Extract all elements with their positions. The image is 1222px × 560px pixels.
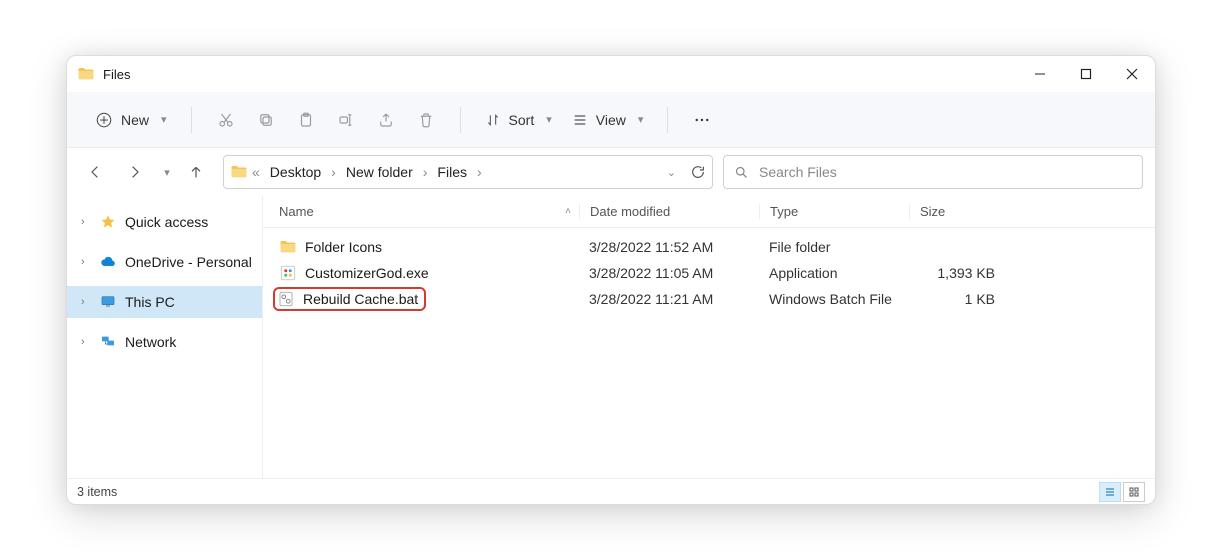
file-row[interactable]: Rebuild Cache.bat 3/28/2022 11:21 AM Win…	[263, 286, 1155, 312]
breadcrumb-item[interactable]: Files	[431, 160, 473, 184]
recent-locations-button[interactable]: ▾	[155, 155, 175, 189]
chevron-right-icon: ›	[423, 164, 428, 180]
file-row[interactable]: Folder Icons 3/28/2022 11:52 AM File fol…	[263, 234, 1155, 260]
file-explorer-window: Files New ▾ Sort ▾ View ▾	[66, 55, 1156, 505]
chevron-left-double-icon: «	[252, 164, 260, 180]
status-bar: 3 items	[67, 478, 1155, 504]
file-name: Rebuild Cache.bat	[303, 291, 418, 307]
copy-button[interactable]	[246, 102, 286, 138]
folder-icon	[279, 238, 297, 256]
file-size: 1,393 KB	[909, 265, 1005, 281]
new-button-label: New	[121, 112, 149, 128]
maximize-button[interactable]	[1063, 56, 1109, 92]
star-icon	[99, 213, 117, 231]
more-button[interactable]	[682, 102, 722, 138]
delete-button[interactable]	[406, 102, 446, 138]
folder-icon	[77, 65, 95, 83]
details-view-toggle[interactable]	[1099, 482, 1121, 502]
refresh-button[interactable]	[690, 164, 706, 180]
chevron-right-icon: ›	[331, 164, 336, 180]
column-header-type[interactable]: Type	[759, 204, 909, 219]
file-type: File folder	[759, 239, 909, 255]
exe-icon	[279, 264, 297, 282]
back-button[interactable]	[79, 155, 113, 189]
file-list: Name ˄ Date modified Type Size Folder Ic…	[263, 196, 1155, 478]
breadcrumb-item[interactable]: New folder	[340, 160, 419, 184]
plus-circle-icon	[95, 111, 113, 129]
address-bar[interactable]: « Desktop › New folder › Files › ⌄	[223, 155, 713, 189]
search-box[interactable]	[723, 155, 1143, 189]
sort-indicator-icon: ˄	[565, 206, 571, 217]
column-headers: Name ˄ Date modified Type Size	[263, 196, 1155, 228]
chevron-right-icon: ›	[81, 336, 91, 348]
view-button[interactable]: View ▾	[562, 106, 654, 134]
file-type: Application	[759, 265, 909, 281]
file-size: 1 KB	[909, 291, 1005, 307]
rename-button[interactable]	[326, 102, 366, 138]
chevron-down-icon: ▾	[546, 113, 552, 126]
sidebar-item-label: Quick access	[125, 214, 208, 230]
breadcrumb-item[interactable]: Desktop	[264, 160, 327, 184]
navigation-bar: ▾ « Desktop › New folder › Files › ⌄	[67, 148, 1155, 196]
chevron-down-icon: ▾	[638, 113, 644, 126]
file-date: 3/28/2022 11:05 AM	[579, 265, 759, 281]
file-name: CustomizerGod.exe	[305, 265, 429, 281]
monitor-icon	[99, 293, 117, 311]
sidebar-item-network[interactable]: › Network	[67, 326, 262, 358]
file-type: Windows Batch File	[759, 291, 909, 307]
view-icon	[572, 112, 588, 128]
search-icon	[734, 165, 749, 180]
sidebar-item-label: Network	[125, 334, 176, 350]
chevron-right-icon: ›	[81, 296, 91, 308]
chevron-right-icon: ›	[81, 256, 91, 268]
file-name: Folder Icons	[305, 239, 382, 255]
new-button[interactable]: New ▾	[85, 105, 177, 135]
view-button-label: View	[596, 112, 626, 128]
cloud-icon	[99, 253, 117, 271]
share-button[interactable]	[366, 102, 406, 138]
file-date: 3/28/2022 11:52 AM	[579, 239, 759, 255]
folder-icon	[230, 163, 248, 181]
column-header-date[interactable]: Date modified	[579, 204, 759, 219]
column-header-size[interactable]: Size	[909, 204, 1005, 219]
command-bar: New ▾ Sort ▾ View ▾	[67, 92, 1155, 148]
sidebar-item-onedrive[interactable]: › OneDrive - Personal	[67, 246, 262, 278]
file-date: 3/28/2022 11:21 AM	[579, 291, 759, 307]
icons-view-toggle[interactable]	[1123, 482, 1145, 502]
navigation-pane: › Quick access › OneDrive - Personal › T…	[67, 196, 263, 478]
sidebar-item-label: This PC	[125, 294, 175, 310]
sort-icon	[485, 112, 501, 128]
chevron-right-icon: ›	[81, 216, 91, 228]
network-icon	[99, 333, 117, 351]
file-row[interactable]: CustomizerGod.exe 3/28/2022 11:05 AM App…	[263, 260, 1155, 286]
sidebar-item-this-pc[interactable]: › This PC	[67, 286, 262, 318]
window-title: Files	[103, 67, 130, 82]
sort-button[interactable]: Sort ▾	[475, 106, 562, 134]
chevron-down-icon: ▾	[161, 113, 167, 126]
sidebar-item-label: OneDrive - Personal	[125, 254, 252, 270]
close-button[interactable]	[1109, 56, 1155, 92]
sidebar-item-quick-access[interactable]: › Quick access	[67, 206, 262, 238]
item-count: 3 items	[77, 485, 117, 499]
minimize-button[interactable]	[1017, 56, 1063, 92]
titlebar: Files	[67, 56, 1155, 92]
sort-button-label: Sort	[509, 112, 535, 128]
chevron-down-icon[interactable]: ⌄	[667, 166, 676, 179]
chevron-right-icon: ›	[477, 164, 482, 180]
column-header-name[interactable]: Name ˄	[263, 204, 579, 219]
paste-button[interactable]	[286, 102, 326, 138]
forward-button[interactable]	[117, 155, 151, 189]
search-input[interactable]	[759, 164, 1132, 180]
batch-file-icon	[277, 290, 295, 308]
up-button[interactable]	[179, 155, 213, 189]
cut-button[interactable]	[206, 102, 246, 138]
